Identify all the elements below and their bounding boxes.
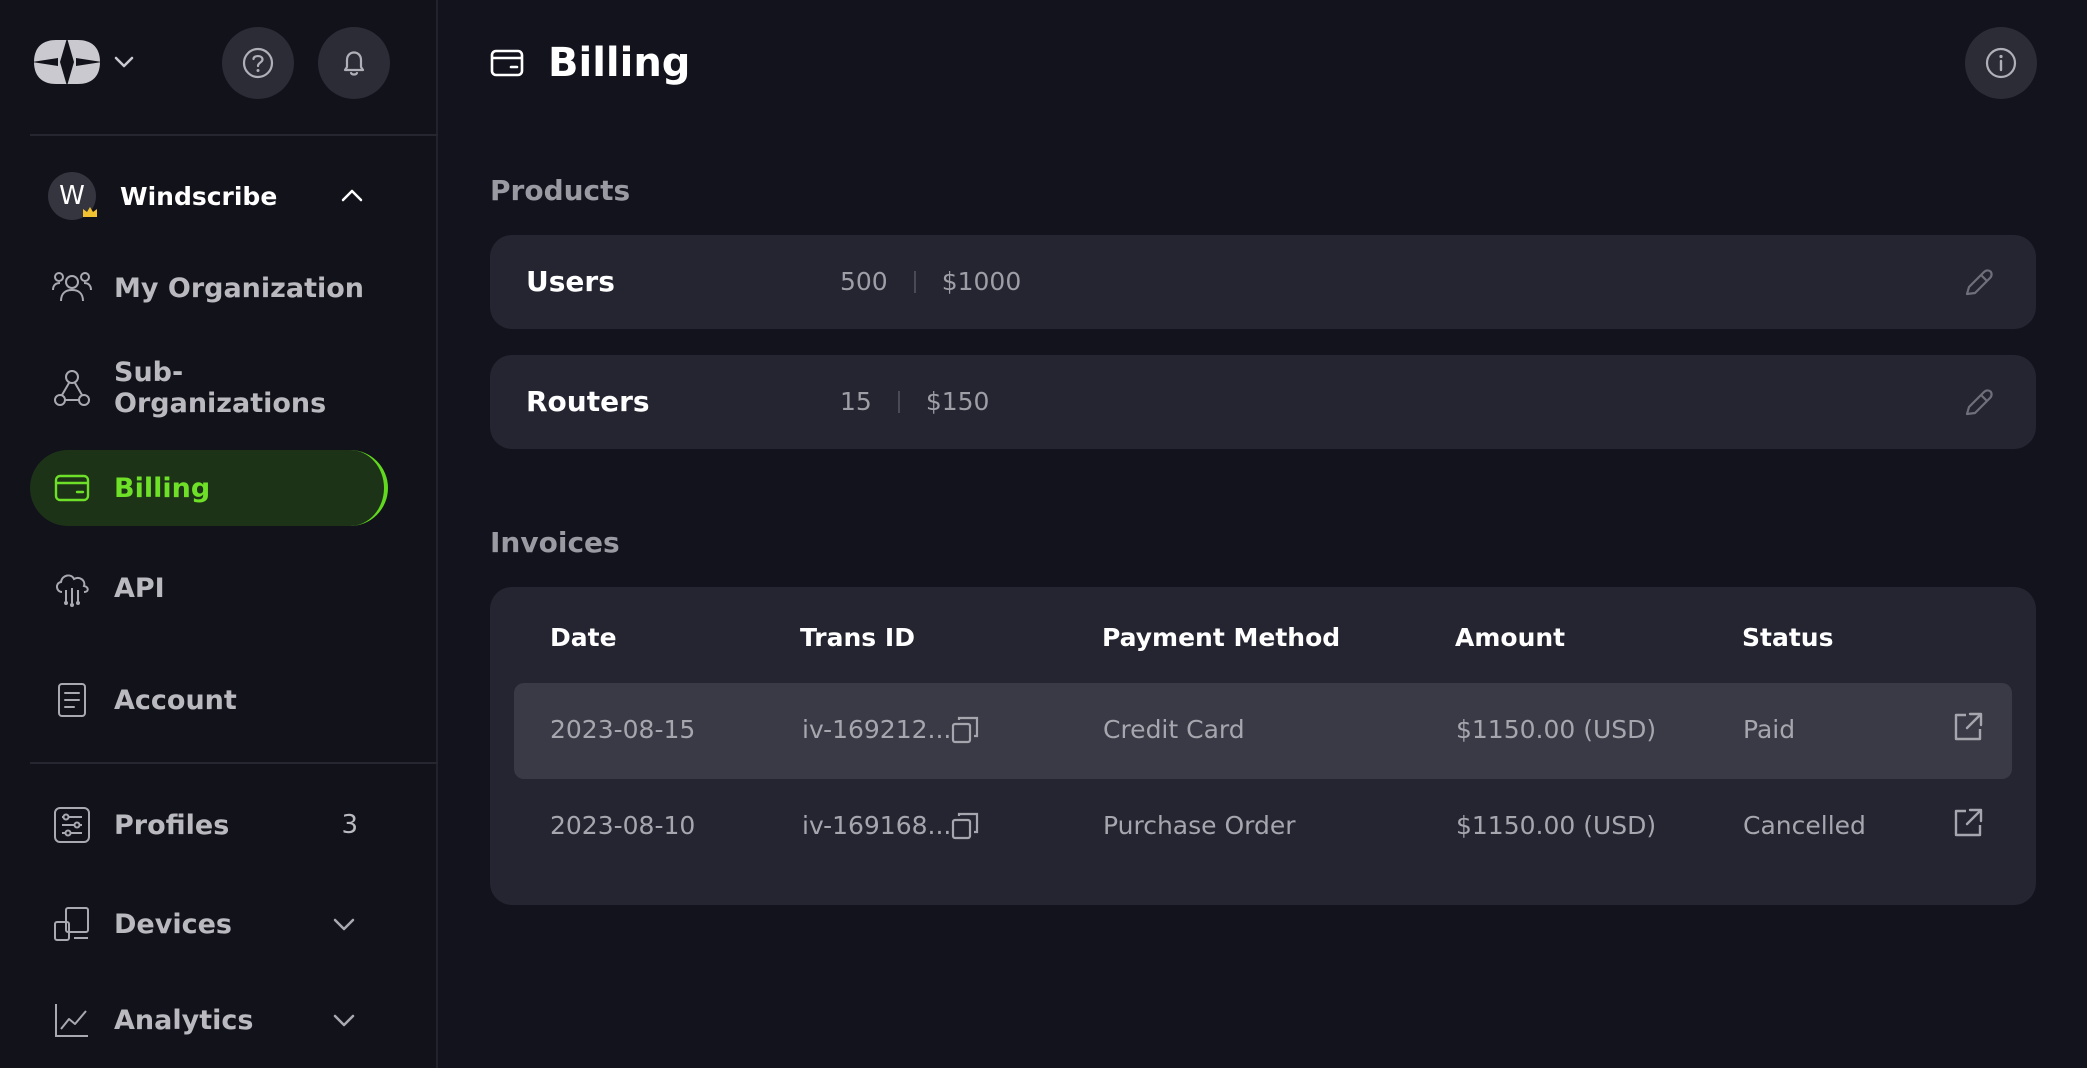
sidebar-divider	[30, 762, 438, 764]
sidebar-item-label: API	[114, 572, 165, 604]
sidebar-item-label: Profiles	[114, 809, 230, 841]
sidebar-item-account[interactable]: Account	[30, 662, 388, 738]
page-header: Billing	[490, 38, 690, 88]
product-card-users: Users 500 $1000	[490, 235, 2036, 329]
sidebar-item-my-organization[interactable]: My Organization	[30, 250, 388, 326]
invoice-date: 2023-08-10	[550, 811, 696, 840]
sidebar-divider	[30, 134, 438, 136]
column-header-amount[interactable]: Amount	[1455, 623, 1565, 652]
table-row[interactable]: 2023-08-10 iv-169168... Purchase Order $…	[514, 779, 2012, 875]
sidebar-item-label: Billing	[114, 472, 211, 504]
sidebar-item-billing[interactable]: Billing	[30, 450, 388, 526]
sidebar-item-profiles[interactable]: Profiles 3	[30, 787, 388, 863]
document-icon	[58, 683, 86, 717]
product-card-routers: Routers 15 $150	[490, 355, 2036, 449]
cloud-api-icon	[56, 574, 89, 607]
invoices-section-title: Invoices	[490, 526, 620, 559]
bell-icon	[343, 51, 365, 76]
app-window: W Windscribe My Organization Sub-Organiz…	[0, 0, 2087, 1068]
sidebar-item-devices[interactable]: Devices	[30, 886, 388, 962]
chevron-down-icon	[333, 918, 355, 931]
main-content: Billing Products Users 500 $1000 Routers…	[440, 0, 2087, 1068]
invoices-table: Date Trans ID Payment Method Amount Stat…	[490, 587, 2036, 905]
devices-icon	[54, 907, 89, 941]
products-section-title: Products	[490, 174, 631, 207]
help-icon	[242, 47, 274, 79]
invoice-trans-id: iv-169212...	[802, 715, 952, 744]
org-name: Windscribe	[120, 182, 278, 211]
sidebar-item-sub-organizations[interactable]: Sub-Organizations	[30, 350, 388, 426]
invoice-status: Paid	[1743, 715, 1796, 744]
invoice-trans-id: iv-169168...	[802, 811, 952, 840]
help-button[interactable]	[222, 27, 294, 99]
info-button[interactable]	[1965, 27, 2037, 99]
product-price: $1000	[941, 267, 1022, 296]
column-header-date[interactable]: Date	[550, 623, 617, 652]
sidebar-item-analytics[interactable]: Analytics	[30, 982, 388, 1058]
copy-icon[interactable]	[950, 811, 980, 841]
product-meta: 500 $1000	[840, 267, 1021, 296]
page-title: Billing	[548, 40, 691, 86]
meta-separator	[897, 390, 900, 413]
sliders-icon	[54, 807, 90, 843]
sidebar-item-label: My Organization	[114, 272, 365, 304]
sidebar-item-label: Devices	[114, 908, 232, 940]
sidebar-item-label: Analytics	[114, 1004, 254, 1036]
product-price: $150	[925, 387, 990, 416]
notifications-button[interactable]	[318, 27, 390, 99]
invoice-payment-method: Purchase Order	[1103, 811, 1296, 840]
column-header-trans-id[interactable]: Trans ID	[800, 623, 915, 652]
org-switcher[interactable]: W Windscribe	[48, 172, 378, 220]
crown-icon	[83, 207, 97, 217]
sidebar: W Windscribe My Organization Sub-Organiz…	[0, 0, 438, 1068]
invoice-status: Cancelled	[1743, 811, 1866, 840]
windscribe-logo-icon[interactable]	[30, 36, 104, 88]
invoice-payment-method: Credit Card	[1103, 715, 1245, 744]
sidebar-item-label: Sub-Organizations	[114, 357, 327, 419]
column-header-payment-method[interactable]: Payment Method	[1102, 623, 1340, 652]
product-quantity: 500	[840, 267, 888, 296]
product-name: Routers	[526, 385, 650, 418]
sidebar-item-api[interactable]: API	[30, 550, 388, 626]
chevron-up-icon[interactable]	[338, 182, 366, 210]
invoice-date: 2023-08-15	[550, 715, 696, 744]
external-link-icon[interactable]	[1952, 711, 1984, 743]
chart-icon	[55, 1004, 88, 1037]
edit-pencil-icon[interactable]	[1960, 385, 1996, 421]
wallet-icon	[54, 474, 90, 502]
product-quantity: 15	[840, 387, 872, 416]
hierarchy-icon	[54, 370, 90, 406]
chevron-down-icon[interactable]	[112, 50, 136, 74]
profiles-count: 3	[341, 810, 358, 840]
table-row[interactable]: 2023-08-15 iv-169212... Credit Card $115…	[514, 683, 2012, 779]
product-name: Users	[526, 265, 615, 298]
sidebar-item-label: Account	[114, 684, 237, 716]
external-link-icon[interactable]	[1952, 807, 1984, 839]
meta-separator	[913, 270, 916, 293]
info-icon	[1985, 47, 2017, 79]
users-icon	[52, 272, 92, 302]
chevron-down-icon	[333, 1014, 355, 1027]
product-meta: 15 $150	[840, 387, 989, 416]
column-header-status[interactable]: Status	[1742, 623, 1833, 652]
edit-pencil-icon[interactable]	[1960, 265, 1996, 301]
wallet-icon	[490, 49, 524, 77]
copy-icon[interactable]	[950, 715, 980, 745]
invoice-amount: $1150.00 (USD)	[1456, 715, 1657, 744]
invoice-amount: $1150.00 (USD)	[1456, 811, 1657, 840]
